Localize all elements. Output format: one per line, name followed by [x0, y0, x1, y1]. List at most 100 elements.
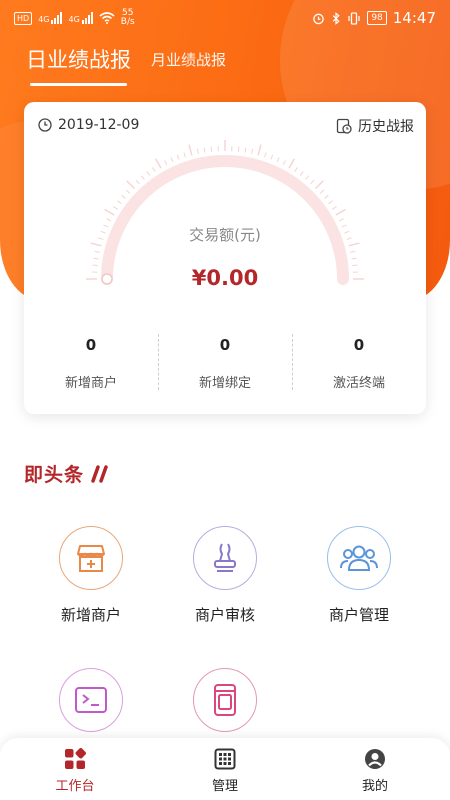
- gauge-tick: [117, 200, 122, 205]
- gauge-tick: [135, 179, 140, 185]
- gauge-tick: [188, 144, 193, 156]
- gauge-tick: [251, 148, 254, 154]
- double-slash-icon: [91, 464, 108, 483]
- gauge-tick: [104, 208, 115, 216]
- hd-badge: HD: [14, 11, 33, 25]
- stat-label: 新增绑定: [198, 376, 251, 391]
- gauge-tick: [351, 257, 357, 260]
- headline-section[interactable]: 即头条: [24, 460, 112, 487]
- gauge-tick: [315, 180, 324, 189]
- stat-new-bindings: 0 新增绑定: [158, 334, 292, 394]
- nav-workbench[interactable]: 工作台: [0, 738, 150, 800]
- grid-item-label: 商户审核: [194, 606, 255, 624]
- report-date: 2019-12-09: [38, 117, 139, 133]
- wifi-icon: [99, 12, 115, 24]
- gauge-tick: [264, 152, 267, 158]
- gauge-tick: [335, 208, 346, 216]
- network-type-label: 4G: [38, 15, 50, 24]
- gauge-tick: [294, 167, 298, 172]
- gauge-tick: [237, 146, 240, 152]
- gauge-track: [101, 155, 349, 285]
- bluetooth-icon: [333, 11, 340, 25]
- stat-label: 新增商户: [64, 376, 117, 391]
- nav-management[interactable]: 管理: [150, 738, 300, 800]
- battery-indicator: 98: [367, 11, 387, 25]
- gauge-tick: [299, 171, 304, 176]
- nav-label: 管理: [211, 779, 238, 794]
- report-date-text: 2019-12-09: [58, 117, 140, 133]
- gauge-tick: [176, 154, 180, 160]
- signal-icon: 4G: [38, 12, 63, 24]
- grid-item-device[interactable]: [160, 668, 290, 746]
- gauge-tick: [94, 250, 100, 253]
- gauge-tick: [152, 167, 156, 172]
- stat-value: 0: [85, 336, 97, 354]
- device-icon: [193, 668, 257, 732]
- workbench-icon: [65, 748, 86, 769]
- gauge-tick: [305, 175, 310, 180]
- stat-value: 0: [353, 336, 365, 354]
- gauge-tick: [106, 218, 112, 222]
- tab-monthly-report[interactable]: 月业绩战报: [151, 49, 226, 86]
- gauge-tick: [324, 194, 329, 199]
- network-speed-unit: B/s: [120, 17, 135, 27]
- clock-icon: [38, 118, 52, 132]
- status-bar: HD 4G 4G 55 B/s 98 14:47: [0, 0, 450, 36]
- stat-value: 0: [219, 336, 231, 354]
- stamp-icon: [193, 526, 257, 590]
- gauge-tick: [276, 157, 280, 163]
- gauge-tick: [338, 218, 344, 222]
- gauge-tick: [140, 175, 145, 180]
- network-speed: 55 B/s: [121, 9, 135, 27]
- stat-activated-terminals: 0 激活终端: [292, 334, 426, 394]
- history-report-button[interactable]: 历史战报: [336, 116, 414, 136]
- vibrate-icon: [348, 11, 360, 25]
- gauge-tick: [113, 206, 118, 210]
- gauge-tick: [310, 179, 315, 185]
- gauge-tick: [332, 206, 337, 210]
- report-stats: 0 新增商户 0 新增绑定 0 激活终端: [24, 334, 426, 394]
- headline-title: 即头条: [24, 464, 85, 486]
- gauge-tick: [319, 189, 325, 194]
- gauge-tick: [146, 171, 151, 176]
- gauge-tick: [154, 158, 162, 169]
- grid-item-label: 商户管理: [328, 606, 389, 624]
- shop-add-icon: [59, 526, 123, 590]
- alarm-icon: [313, 13, 325, 24]
- bottom-navigation: 工作台 管理 我的: [0, 738, 450, 800]
- gauge-tick: [164, 160, 168, 166]
- grid-item-label: 新增商户: [60, 606, 121, 624]
- gauge-tick: [328, 200, 333, 205]
- gauge-tick: [288, 158, 296, 169]
- stat-new-merchants: 0 新增商户: [24, 334, 158, 394]
- clock: 14:47: [392, 9, 436, 27]
- gauge-tick: [244, 147, 247, 153]
- gauge-tick: [170, 157, 174, 163]
- gauge-tick: [121, 194, 126, 199]
- gauge-tick: [350, 250, 356, 253]
- history-icon: [336, 118, 352, 134]
- grid-item-merchant-review[interactable]: 商户审核: [160, 526, 290, 625]
- gauge-label: 交易额(元): [189, 226, 261, 244]
- tab-daily-report[interactable]: 日业绩战报: [26, 44, 131, 86]
- gauge-tick: [270, 154, 274, 160]
- nav-profile[interactable]: 我的: [300, 738, 450, 800]
- transaction-amount: ¥0.00: [191, 266, 259, 290]
- users-icon: [327, 526, 391, 590]
- manage-grid-icon: [214, 748, 236, 770]
- gauge-tick: [183, 152, 186, 158]
- daily-report-card: 2019-12-09 历史战报 交易额(元) ¥0.00 0 新增商户 0 新增…: [24, 102, 426, 414]
- nav-label: 工作台: [55, 779, 95, 794]
- stat-label: 激活终端: [332, 376, 385, 391]
- nav-label: 我的: [361, 779, 388, 794]
- profile-icon: [365, 749, 385, 769]
- gauge-tick: [126, 180, 135, 189]
- gauge-tick: [203, 147, 206, 153]
- gauge-tick: [93, 257, 99, 260]
- network-type-label-2: 4G: [68, 15, 80, 24]
- terminal-icon: [59, 668, 123, 732]
- grid-item-new-merchant[interactable]: 新增商户: [26, 526, 156, 625]
- grid-item-terminal[interactable]: [26, 668, 156, 746]
- history-report-label: 历史战报: [358, 119, 414, 135]
- grid-item-merchant-management[interactable]: 商户管理: [294, 526, 424, 625]
